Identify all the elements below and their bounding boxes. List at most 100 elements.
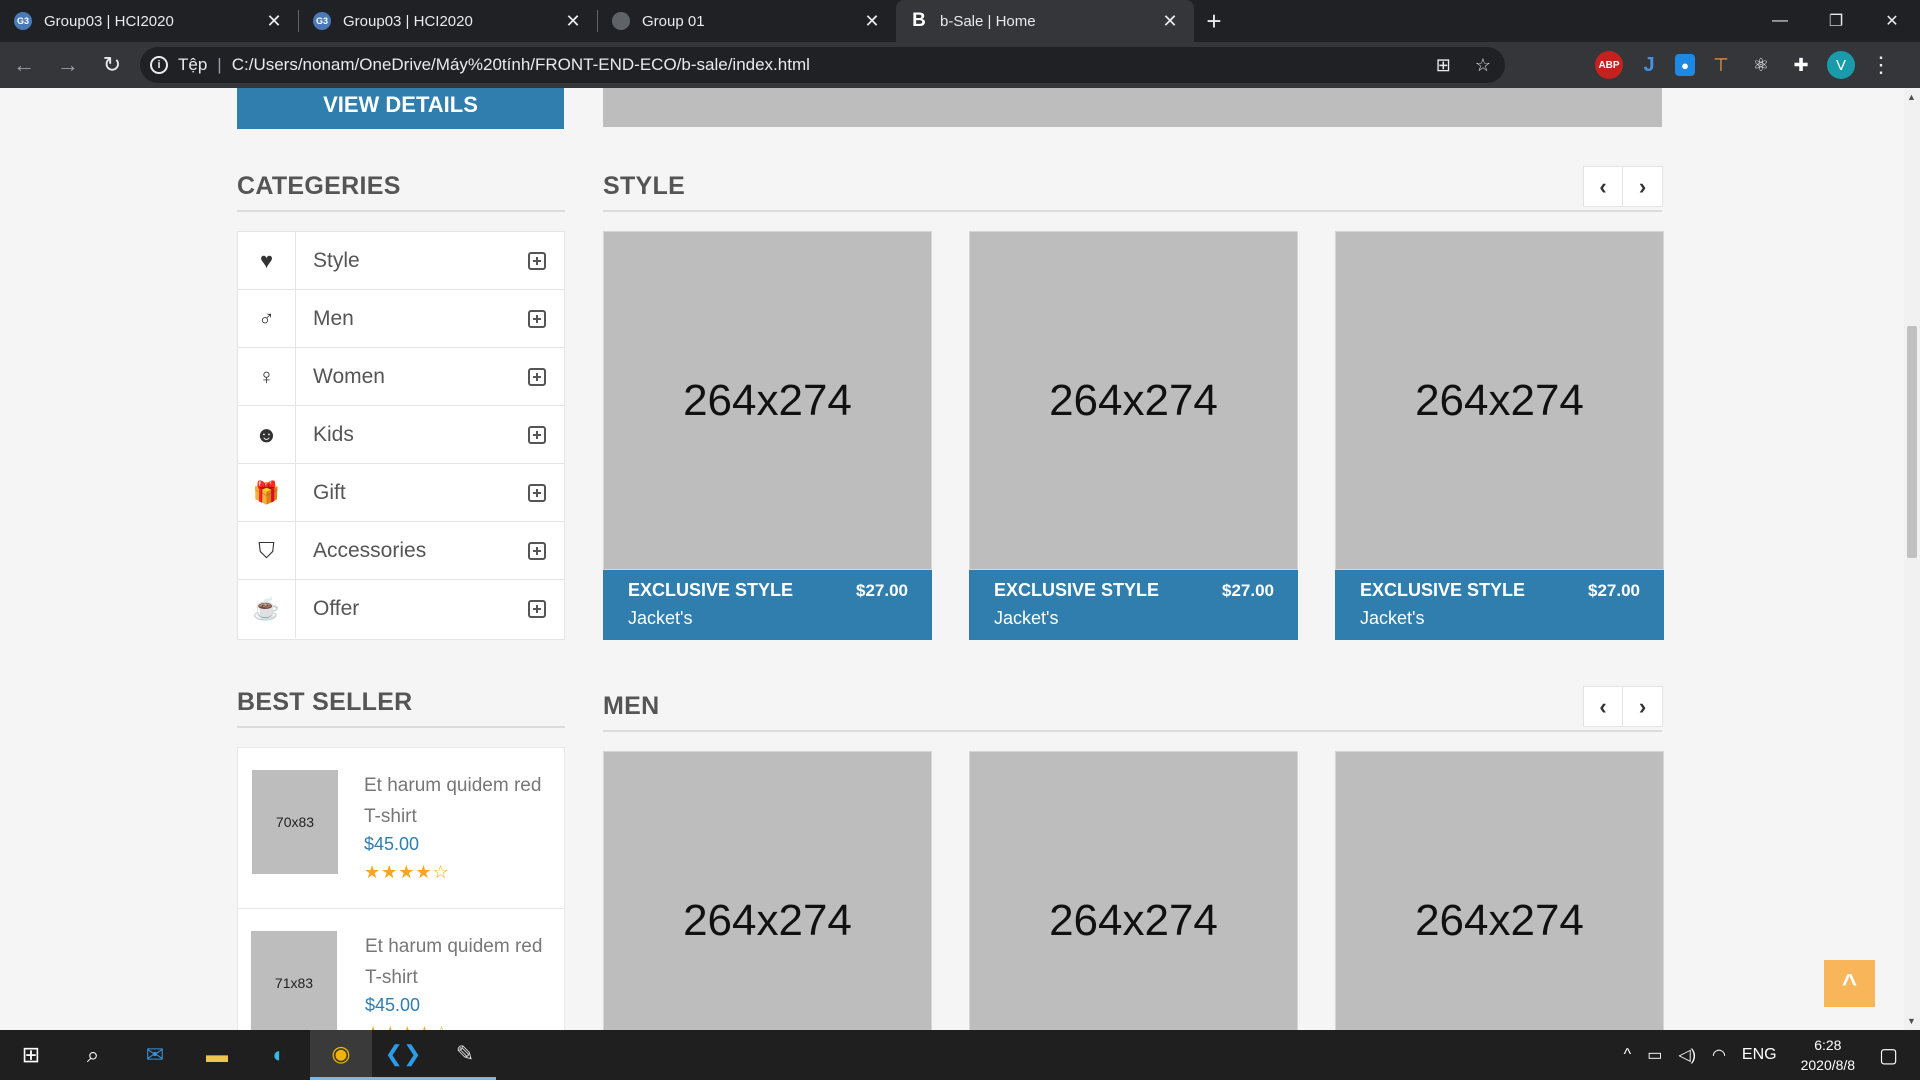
product-name[interactable]: EXCLUSIVE STYLE — [1360, 580, 1525, 601]
translate-icon[interactable]: ⊞ — [1436, 55, 1451, 76]
category-item-women[interactable]: ♀ Women — [238, 347, 564, 406]
address-bar[interactable]: i Tệp | C:/Users/nonam/OneDrive/Máy%20tí… — [140, 47, 1505, 83]
vscode-icon[interactable]: ❮❯ — [372, 1030, 434, 1080]
product-name[interactable]: EXCLUSIVE STYLE — [994, 580, 1159, 601]
chevron-up-icon[interactable]: ^ — [1624, 1046, 1632, 1064]
product-card[interactable]: 264x274 EXCLUSIVE STYLE Jacket's $27.00 — [969, 231, 1298, 640]
close-icon[interactable]: ✕ — [563, 11, 583, 32]
file-explorer-icon[interactable]: ▬ — [186, 1030, 248, 1080]
expand-plus-icon[interactable] — [528, 483, 546, 502]
category-label: Men — [313, 306, 354, 330]
star-rating: ★★★★☆ — [365, 1023, 451, 1030]
windows-start-icon[interactable]: ⊞ — [0, 1030, 62, 1080]
product-card[interactable]: 264x274 EXCLUSIVE STYLE Jacket's $27.00 — [603, 231, 932, 640]
menu-dots-icon[interactable]: ⋮ — [1867, 51, 1895, 79]
product-card[interactable]: 264x274 — [1335, 751, 1664, 1030]
close-window-icon[interactable]: ✕ — [1864, 0, 1920, 42]
language-indicator[interactable]: ENG — [1742, 1046, 1777, 1064]
close-icon[interactable]: ✕ — [264, 11, 284, 32]
chevron-right-icon[interactable]: › — [1623, 167, 1662, 206]
restore-icon[interactable]: ❐ — [1808, 0, 1864, 42]
product-image[interactable]: 264x274 — [603, 751, 932, 1030]
system-tray: ^ ▭ ◁) ◠ ENG 6:28 2020/8/8 ▢ — [1616, 1030, 1920, 1080]
adblock-icon[interactable]: ABP — [1595, 51, 1623, 79]
list-item[interactable]: 71x83 Et harum quidem red T-shirt $45.00… — [238, 909, 564, 1030]
page-scrollbar[interactable]: ▲ ▼ — [1904, 88, 1920, 1030]
drop-extension-icon[interactable]: ● — [1675, 54, 1695, 76]
banner-placeholder — [603, 88, 1662, 127]
product-image[interactable]: 264x274 — [1335, 751, 1664, 1030]
product-card[interactable]: 264x274 — [969, 751, 1298, 1030]
clock[interactable]: 6:28 2020/8/8 — [1801, 1035, 1856, 1075]
product-name[interactable]: EXCLUSIVE STYLE — [628, 580, 793, 601]
product-name[interactable]: Et harum quidem red T-shirt — [364, 770, 554, 832]
browser-tab[interactable]: G3 Group03 | HCI2020 ✕ — [0, 0, 298, 42]
product-card[interactable]: 264x274 — [603, 751, 932, 1030]
back-arrow-icon[interactable]: ← — [4, 45, 44, 85]
browser-tab-bar: G3 Group03 | HCI2020 ✕ G3 Group03 | HCI2… — [0, 0, 1920, 42]
best-seller-title: BEST SELLER — [237, 688, 413, 716]
close-icon[interactable]: ✕ — [862, 11, 882, 32]
expand-plus-icon[interactable] — [528, 600, 546, 618]
back-to-top-button[interactable]: ^ — [1824, 960, 1875, 1007]
j-extension-icon[interactable]: J — [1635, 51, 1663, 79]
mail-icon[interactable]: ✉ — [124, 1030, 186, 1080]
bookmark-star-icon[interactable]: ☆ — [1475, 55, 1491, 76]
product-thumbnail[interactable]: 70x83 — [252, 770, 338, 874]
product-image[interactable]: 264x274 — [969, 751, 1298, 1030]
avatar[interactable]: V — [1827, 51, 1855, 79]
minimize-icon[interactable]: — — [1752, 0, 1808, 42]
tab-favicon: G3 — [14, 12, 32, 30]
browser-tab[interactable]: G3 Group03 | HCI2020 ✕ — [299, 0, 597, 42]
scrollbar-thumb[interactable] — [1907, 326, 1917, 558]
edge-icon[interactable]: ◐ — [248, 1030, 310, 1080]
browser-tab[interactable]: Group 01 ✕ — [598, 0, 896, 42]
product-image[interactable]: 264x274 — [969, 231, 1298, 570]
battery-icon[interactable]: ▭ — [1647, 1045, 1662, 1065]
search-icon[interactable]: ⌕ — [62, 1030, 124, 1080]
product-price: $27.00 — [1222, 581, 1274, 600]
category-item-gift[interactable]: 🎁 Gift — [238, 463, 564, 522]
list-item[interactable]: 70x83 Et harum quidem red T-shirt $45.00… — [238, 748, 564, 909]
category-item-style[interactable]: ♥ Style — [238, 231, 564, 290]
pin-extension-icon[interactable]: ⊤ — [1707, 51, 1735, 79]
puzzle-icon[interactable]: ✚ — [1787, 51, 1815, 79]
product-thumbnail[interactable]: 71x83 — [251, 931, 337, 1030]
man-icon: ♂ — [238, 289, 296, 348]
product-card[interactable]: 264x274 EXCLUSIVE STYLE Jacket's $27.00 — [1335, 231, 1664, 640]
product-image[interactable]: 264x274 — [1335, 231, 1664, 570]
tab-title: Group03 | HCI2020 — [44, 12, 174, 30]
category-item-offer[interactable]: ☕ Offer — [238, 580, 564, 638]
chevron-right-icon[interactable]: › — [1623, 687, 1662, 726]
browser-tab-active[interactable]: B b-Sale | Home ✕ — [896, 0, 1194, 42]
expand-plus-icon[interactable] — [528, 541, 546, 560]
chevron-left-icon[interactable]: ‹ — [1584, 687, 1623, 726]
scroll-down-icon[interactable]: ▼ — [1907, 1016, 1916, 1026]
expand-plus-icon[interactable] — [528, 251, 546, 270]
react-icon[interactable]: ⚛ — [1747, 51, 1775, 79]
paint-icon[interactable]: ✎ — [434, 1030, 496, 1080]
category-item-men[interactable]: ♂ Men — [238, 289, 564, 348]
product-name[interactable]: Et harum quidem red T-shirt — [365, 931, 555, 993]
address-url[interactable]: C:/Users/nonam/OneDrive/Máy%20tính/FRONT… — [232, 55, 810, 75]
category-item-accessories[interactable]: ⛉ Accessories — [238, 521, 564, 580]
product-image[interactable]: 264x274 — [603, 231, 932, 570]
expand-plus-icon[interactable] — [528, 367, 546, 386]
close-icon[interactable]: ✕ — [1160, 11, 1180, 32]
scroll-up-icon[interactable]: ▲ — [1907, 92, 1916, 102]
forward-arrow-icon[interactable]: → — [48, 45, 88, 85]
category-item-kids[interactable]: ☻ Kids — [238, 405, 564, 464]
reload-icon[interactable]: ↻ — [92, 45, 132, 85]
volume-icon[interactable]: ◁) — [1678, 1045, 1696, 1065]
expand-plus-icon[interactable] — [528, 425, 546, 444]
window-controls: — ❐ ✕ — [1752, 0, 1920, 42]
new-tab-button[interactable]: + — [1194, 0, 1234, 42]
men-carousel-nav: ‹ › — [1583, 686, 1663, 727]
view-details-button[interactable]: VIEW DETAILS — [237, 88, 564, 129]
chrome-icon[interactable]: ◉ — [310, 1030, 372, 1080]
chevron-left-icon[interactable]: ‹ — [1584, 167, 1623, 206]
info-icon[interactable]: i — [150, 56, 168, 74]
notification-icon[interactable]: ▢ — [1879, 1043, 1898, 1068]
expand-plus-icon[interactable] — [528, 309, 546, 328]
wifi-icon[interactable]: ◠ — [1712, 1045, 1726, 1065]
